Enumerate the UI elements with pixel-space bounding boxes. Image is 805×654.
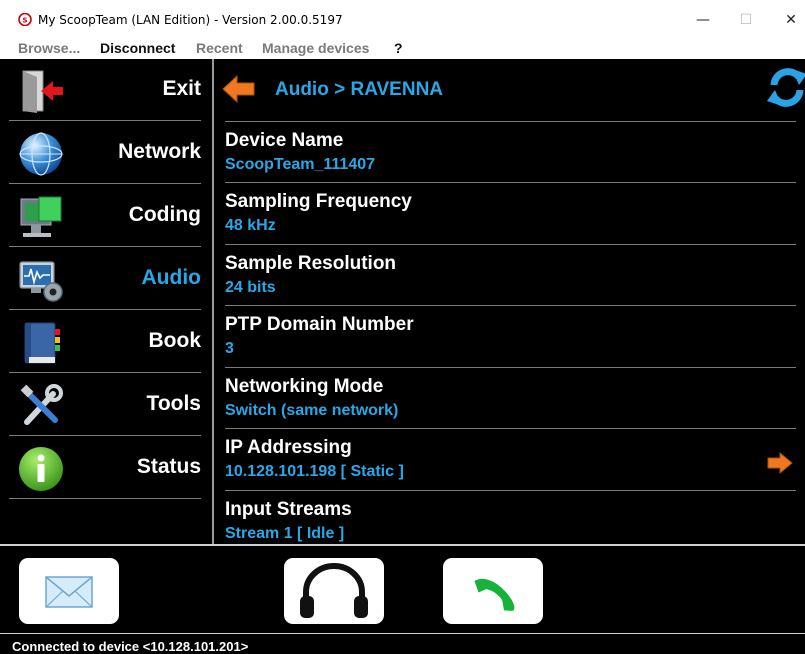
sidebar-item-coding[interactable]: Coding — [9, 185, 201, 247]
headphones-button[interactable] — [284, 558, 384, 624]
exit-door-icon — [22, 70, 63, 113]
main-area: Exit Network Coding Audio Book Tools Sta… — [0, 59, 805, 544]
setting-value: Stream 1 [ Idle ] — [225, 525, 345, 542]
setting-networking-mode[interactable]: Networking Mode Switch (same network) — [225, 367, 796, 428]
book-icon — [24, 322, 60, 364]
menu-bar: Browse... Disconnect Recent Manage devic… — [0, 38, 805, 59]
svg-text:S: S — [22, 17, 27, 25]
sidebar-label-audio: Audio — [141, 266, 201, 289]
setting-value: 3 — [225, 340, 234, 357]
globe-icon — [19, 132, 63, 176]
envelope-icon — [45, 576, 93, 608]
setting-title: IP Addressing — [225, 437, 352, 458]
mail-button[interactable] — [19, 558, 119, 624]
sidebar-item-tools[interactable]: Tools — [9, 374, 201, 436]
setting-value: Switch (same network) — [225, 402, 399, 419]
setting-title: Input Streams — [225, 499, 352, 520]
close-button[interactable]: ✕ — [776, 8, 805, 32]
sidebar-label-book: Book — [148, 329, 202, 352]
sidebar-item-exit[interactable]: Exit — [9, 59, 201, 121]
call-button[interactable] — [443, 558, 543, 624]
setting-title: Sample Resolution — [225, 253, 397, 274]
setting-title: Device Name — [225, 130, 344, 151]
setting-value: 48 kHz — [225, 217, 276, 234]
menu-disconnect[interactable]: Disconnect — [100, 40, 175, 56]
setting-value: ScoopTeam_111407 — [225, 156, 376, 173]
setting-value: 10.128.101.198 [ Static ] — [225, 463, 404, 480]
window-title: My ScoopTeam (LAN Edition) - Version 2.0… — [38, 13, 343, 27]
audio-monitor-gear-icon — [19, 261, 63, 302]
minimize-button[interactable]: — — [688, 8, 718, 32]
maximize-button[interactable]: ☐ — [731, 8, 761, 32]
status-bar: Connected to device <10.128.101.201> — [0, 633, 805, 654]
menu-help[interactable]: ? — [394, 40, 403, 56]
sidebar-label-status: Status — [136, 455, 201, 478]
forward-arrow-icon[interactable] — [767, 452, 793, 474]
refresh-icon[interactable] — [766, 65, 805, 109]
menu-manage-devices[interactable]: Manage devices — [262, 40, 369, 56]
headphones-icon — [300, 563, 368, 618]
coding-press-icon — [20, 196, 62, 237]
sidebar-label-coding: Coding — [128, 203, 201, 226]
sidebar-item-status[interactable]: Status — [9, 437, 201, 499]
breadcrumb: Audio > RAVENNA — [275, 79, 444, 100]
setting-input-streams[interactable]: Input Streams Stream 1 [ Idle ] — [225, 490, 796, 544]
setting-sample-resolution[interactable]: Sample Resolution 24 bits — [225, 244, 796, 305]
sidebar-item-audio[interactable]: Audio — [9, 248, 201, 310]
sidebar-item-book[interactable]: Book — [9, 311, 201, 373]
title-bar: S My ScoopTeam (LAN Edition) - Version 2… — [0, 0, 805, 38]
bottom-toolbar — [0, 544, 805, 633]
sidebar-label-tools: Tools — [146, 392, 201, 415]
back-arrow-icon[interactable] — [222, 74, 256, 104]
tools-icon — [20, 384, 63, 425]
setting-title: Networking Mode — [225, 376, 384, 397]
setting-ptp-domain-number[interactable]: PTP Domain Number 3 — [225, 305, 796, 366]
info-icon — [19, 447, 63, 491]
setting-device-name[interactable]: Device Name ScoopTeam_111407 — [225, 121, 796, 182]
sidebar-label-exit: Exit — [162, 77, 201, 100]
menu-browse[interactable]: Browse... — [18, 40, 80, 56]
menu-recent[interactable]: Recent — [196, 40, 243, 56]
setting-title: Sampling Frequency — [225, 191, 412, 212]
settings-panel: Audio > RAVENNA Device Name ScoopTeam_11… — [214, 59, 805, 544]
phone-icon — [474, 578, 515, 611]
setting-title: PTP Domain Number — [225, 314, 414, 335]
connection-status: Connected to device <10.128.101.201> — [12, 639, 249, 654]
sidebar-item-network[interactable]: Network — [9, 122, 201, 184]
app-logo-icon: S — [18, 13, 32, 26]
sidebar-label-network: Network — [118, 140, 201, 163]
panel-header: Audio > RAVENNA — [214, 59, 805, 121]
setting-value: 24 bits — [225, 279, 276, 296]
setting-sampling-frequency[interactable]: Sampling Frequency 48 kHz — [225, 182, 796, 243]
setting-ip-addressing[interactable]: IP Addressing 10.128.101.198 [ Static ] — [225, 428, 796, 489]
